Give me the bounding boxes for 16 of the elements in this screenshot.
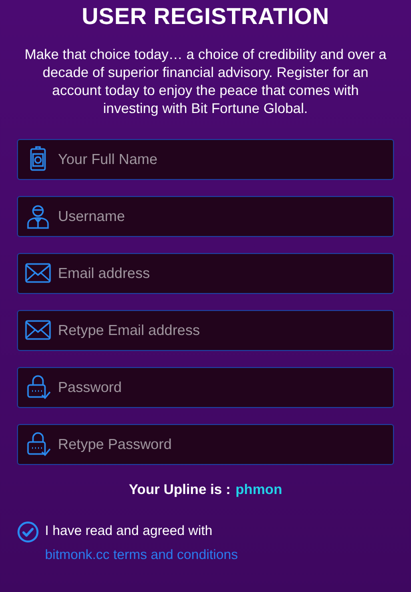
text-field[interactable]: Retype Email address <box>17 310 394 351</box>
agree-checkbox[interactable] <box>17 521 39 543</box>
intro-text: Make that choice today… a choice of credibility and over a decade of superior financial advisory. Register for an account today to enjoy the peace that comes with investing with Bit Fortune Global. <box>24 45 386 117</box>
text-field[interactable]: Retype Password <box>17 424 394 465</box>
text-field[interactable]: Username <box>17 196 394 237</box>
text-field[interactable]: Password <box>17 367 394 408</box>
lock-icon <box>25 431 51 457</box>
text-field[interactable]: Your Full Name <box>17 139 394 180</box>
upline-label: Your Upline is : <box>128 481 230 497</box>
upline-value: phmon <box>235 481 282 497</box>
page-title: USER REGISTRATION <box>82 2 330 30</box>
text-field[interactable]: Email address <box>17 253 394 294</box>
lock-icon <box>25 374 51 400</box>
agreement-text: I have read and agreed with bitmonk.cc terms and conditions <box>45 522 239 564</box>
user-icon <box>25 203 51 229</box>
terms-link[interactable]: bitmonk.cc terms and conditions <box>45 547 238 562</box>
